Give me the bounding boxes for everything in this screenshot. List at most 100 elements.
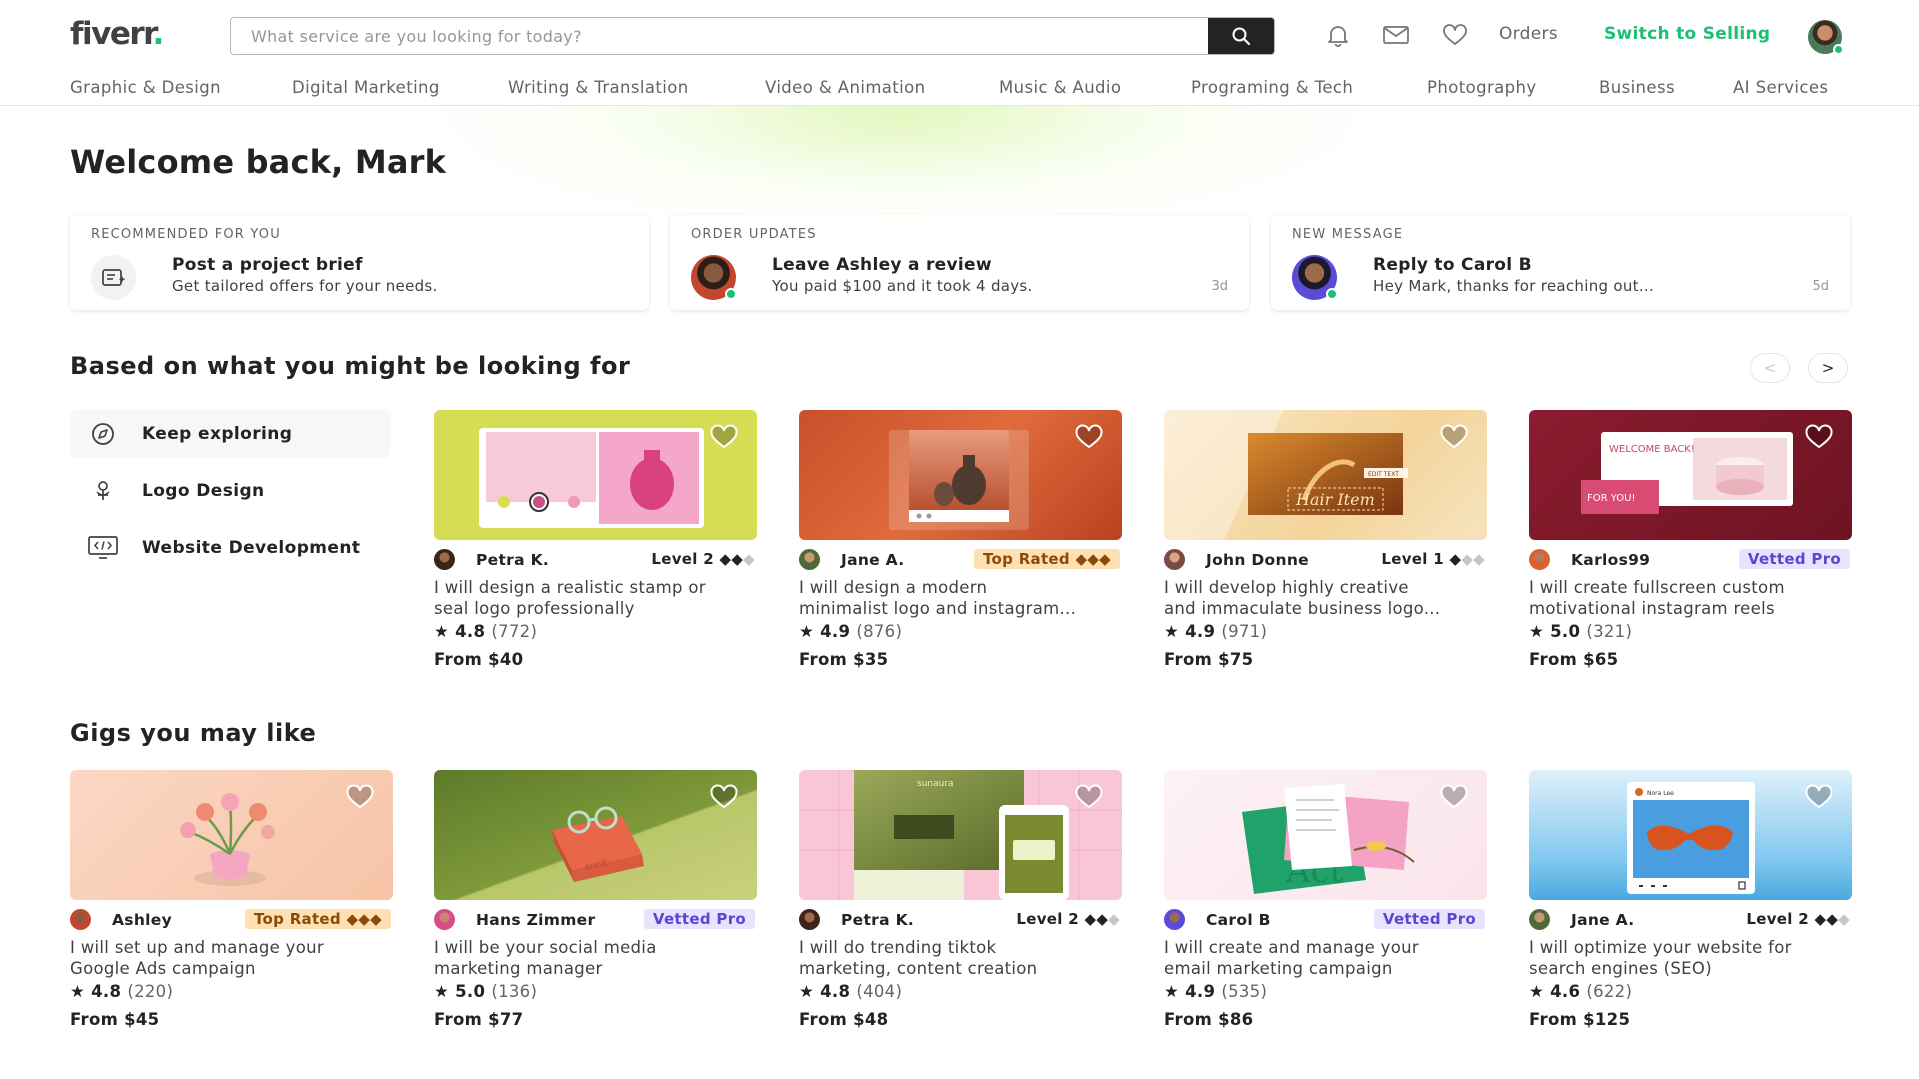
recommended-card[interactable]: RECOMMENDED FOR YOU Post a project brief…	[70, 215, 649, 310]
seller-avatar[interactable]	[70, 909, 91, 930]
seller-avatar[interactable]	[799, 909, 820, 930]
gig-thumbnail[interactable]: ennit	[434, 770, 757, 900]
gig-title[interactable]: I will design a modern minimalist logo an…	[799, 577, 1122, 619]
gig-thumbnail[interactable]: Nora Lee	[1529, 770, 1852, 900]
seller-row: Ashley Top Rated ◆◆◆	[70, 909, 393, 931]
gig-title[interactable]: I will create fullscreen custom motivatio…	[1529, 577, 1852, 619]
gig-thumbnail[interactable]: sunaura	[799, 770, 1122, 900]
category-graphic-design[interactable]: Graphic & Design	[70, 78, 221, 97]
fiverr-logo[interactable]: fiverr.	[70, 16, 164, 52]
card-kicker: RECOMMENDED FOR YOU	[91, 227, 281, 242]
ashley-avatar	[691, 255, 737, 300]
top-rated-badge: Top Rated ◆◆◆	[973, 549, 1120, 569]
favorite-heart-icon[interactable]	[709, 424, 739, 450]
gig-thumbnail[interactable]: WELCOME BACK! FOR YOU!	[1529, 410, 1852, 540]
explore-website-development[interactable]: Website Development	[70, 524, 390, 572]
gig-title-line: marketing manager	[434, 959, 603, 978]
seller-name[interactable]: Carol B	[1206, 911, 1271, 929]
level-diamonds: ◆◆◆	[346, 910, 382, 928]
messages-button[interactable]	[1381, 22, 1411, 48]
favorite-heart-icon[interactable]	[1439, 424, 1469, 450]
order-update-card[interactable]: ORDER UPDATES Leave Ashley a review You …	[670, 215, 1249, 310]
gig-title[interactable]: I will optimize your website for search e…	[1529, 937, 1852, 979]
gig-thumbnail[interactable]	[799, 410, 1122, 540]
orders-link[interactable]: Orders	[1499, 24, 1558, 44]
badge-label: Top Rated	[253, 910, 341, 928]
gig-thumbnail[interactable]: Act	[1164, 770, 1487, 900]
gig-title[interactable]: I will do trending tiktok marketing, cont…	[799, 937, 1122, 979]
category-video-animation[interactable]: Video & Animation	[765, 78, 926, 97]
favorite-heart-icon[interactable]	[1074, 424, 1104, 450]
search-input[interactable]	[231, 18, 1208, 54]
gig-title-line: search engines (SEO)	[1529, 959, 1712, 978]
seller-level-badge: Level 2 ◆◆◆	[1737, 909, 1850, 929]
category-ai-services[interactable]: AI Services	[1733, 78, 1828, 97]
gig-price: From $86	[1164, 1010, 1254, 1029]
gig-title[interactable]: I will design a realistic stamp or seal l…	[434, 577, 757, 619]
edit-text-label: EDIT TEXT	[1368, 471, 1399, 478]
seller-name[interactable]: John Donne	[1206, 551, 1309, 569]
category-programing-tech[interactable]: Programing & Tech	[1191, 78, 1353, 97]
category-writing-translation[interactable]: Writing & Translation	[508, 78, 689, 97]
seller-avatar[interactable]	[1529, 549, 1550, 570]
seller-name[interactable]: Jane A.	[1571, 911, 1634, 929]
search-button[interactable]	[1208, 18, 1274, 54]
gig-card: Jane A. Top Rated ◆◆◆ I will design a mo…	[799, 410, 1122, 669]
category-business[interactable]: Business	[1599, 78, 1675, 97]
seller-name[interactable]: Hans Zimmer	[476, 911, 595, 929]
online-indicator	[1326, 288, 1338, 300]
category-photography[interactable]: Photography	[1427, 78, 1537, 97]
gig-title-line: motivational instagram reels	[1529, 599, 1775, 618]
explore-logo-design[interactable]: Logo Design	[70, 467, 390, 515]
favorite-heart-icon[interactable]	[1804, 424, 1834, 450]
level-diamonds-empty: ◆◆	[1461, 550, 1485, 568]
level-diamonds-empty: ◆	[1108, 910, 1120, 928]
star-icon: ★	[799, 982, 815, 1001]
category-music-audio[interactable]: Music & Audio	[999, 78, 1121, 97]
gig-title[interactable]: I will develop highly creative and immacu…	[1164, 577, 1487, 619]
seller-name[interactable]: Ashley	[112, 911, 172, 929]
top-bar: fiverr. Orders Switch to Selling	[0, 0, 1919, 70]
notifications-button[interactable]	[1323, 22, 1353, 48]
user-avatar[interactable]	[1808, 20, 1844, 55]
gig-title[interactable]: I will create and manage your email marke…	[1164, 937, 1487, 979]
seller-name[interactable]: Jane A.	[841, 551, 904, 569]
gig-card: WELCOME BACK! FOR YOU! Karlos99 Vetted P…	[1529, 410, 1852, 669]
gig-card: Nora Lee Jane A. Level 2 ◆◆◆ I will opti…	[1529, 770, 1852, 1029]
new-message-card[interactable]: NEW MESSAGE Reply to Carol B Hey Mark, t…	[1271, 215, 1850, 310]
gig-price: From $35	[799, 650, 889, 669]
seller-name[interactable]: Petra K.	[841, 911, 914, 929]
favorite-heart-icon[interactable]	[1439, 784, 1469, 810]
seller-avatar[interactable]	[434, 549, 455, 570]
star-icon: ★	[799, 622, 815, 641]
carousel-next-button[interactable]: >	[1808, 353, 1848, 383]
gig-thumbnail[interactable]	[434, 410, 757, 540]
gig-thumbnail[interactable]	[70, 770, 393, 900]
gig-thumbnail[interactable]: Hair Item EDIT TEXT	[1164, 410, 1487, 540]
gig-title[interactable]: I will be your social media marketing man…	[434, 937, 757, 979]
seller-avatar[interactable]	[1164, 549, 1185, 570]
favorite-heart-icon[interactable]	[1804, 784, 1834, 810]
gig-price: From $77	[434, 1010, 524, 1029]
seller-level-badge: Level 2 ◆◆◆	[1007, 909, 1120, 929]
level-diamonds: ◆◆	[719, 550, 744, 568]
seller-name[interactable]: Petra K.	[476, 551, 549, 569]
rating-value: 4.9	[1185, 982, 1216, 1001]
seller-avatar[interactable]	[1529, 909, 1550, 930]
favorite-heart-icon[interactable]	[345, 784, 375, 810]
card-title: Leave Ashley a review	[772, 255, 992, 275]
gig-title[interactable]: I will set up and manage your Google Ads …	[70, 937, 393, 979]
seller-avatar[interactable]	[799, 549, 820, 570]
favorite-heart-icon[interactable]	[1074, 784, 1104, 810]
seller-name[interactable]: Karlos99	[1571, 551, 1650, 569]
explore-keep-exploring[interactable]: Keep exploring	[70, 410, 390, 458]
category-digital-marketing[interactable]: Digital Marketing	[292, 78, 440, 97]
favorites-button[interactable]	[1440, 22, 1470, 48]
gig-card: Act Carol B Vetted Pro I will create and…	[1164, 770, 1487, 1029]
favorite-heart-icon[interactable]	[709, 784, 739, 810]
carousel-prev-button[interactable]: <	[1750, 353, 1790, 383]
switch-to-selling-link[interactable]: Switch to Selling	[1604, 24, 1770, 44]
seller-avatar[interactable]	[434, 909, 455, 930]
seller-avatar[interactable]	[1164, 909, 1185, 930]
card-time: 3d	[1211, 279, 1228, 294]
